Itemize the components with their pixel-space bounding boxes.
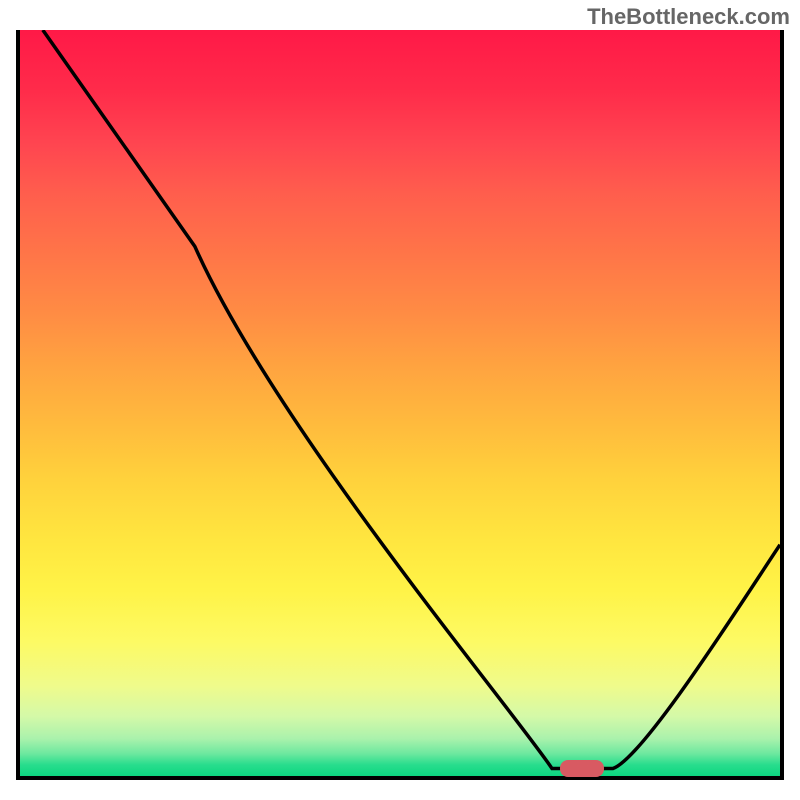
- chart-container: TheBottleneck.com: [0, 0, 800, 800]
- watermark-text: TheBottleneck.com: [587, 4, 790, 30]
- gradient-background: [20, 30, 780, 776]
- optimal-marker: [560, 760, 604, 777]
- plot-area: [16, 30, 784, 780]
